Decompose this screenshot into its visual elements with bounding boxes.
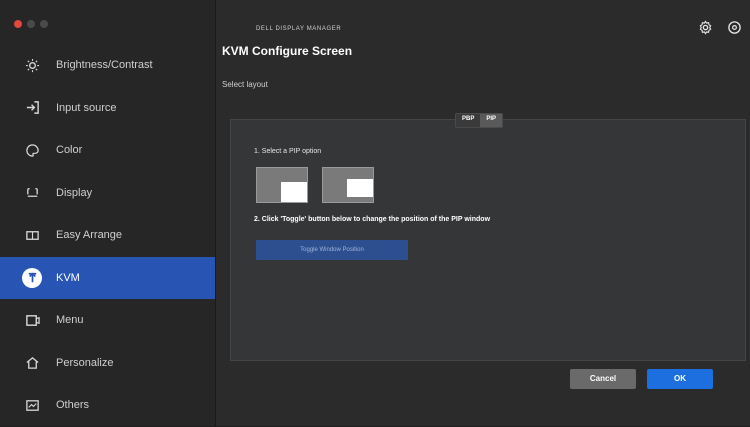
kvm-icon bbox=[22, 267, 42, 288]
page-title: KVM Configure Screen bbox=[222, 44, 353, 58]
sidebar-item-personalize[interactable]: Personalize bbox=[0, 342, 215, 385]
sidebar-item-label: Menu bbox=[56, 314, 84, 327]
top-toolbar bbox=[698, 20, 742, 40]
sidebar-item-menu[interactable]: Menu bbox=[0, 299, 215, 342]
sidebar: Brightness/Contrast Input source Color D… bbox=[0, 0, 216, 426]
pip-window-preview bbox=[281, 182, 307, 202]
monitor-icon bbox=[24, 185, 40, 201]
zoom-window-button[interactable] bbox=[40, 20, 48, 28]
minimize-window-button[interactable] bbox=[27, 20, 35, 28]
toggle-window-position-button[interactable]: Toggle Window Position bbox=[256, 240, 408, 260]
step2-instruction: 2. Click 'Toggle' button below to change… bbox=[254, 216, 491, 223]
layout-grid-icon bbox=[24, 227, 40, 243]
sidebar-item-label: Input source bbox=[56, 101, 117, 114]
pip-window-preview bbox=[347, 179, 373, 197]
sidebar-item-display[interactable]: Display bbox=[0, 172, 215, 215]
layout-mode-switch: PBP PIP bbox=[455, 113, 504, 128]
sidebar-item-kvm[interactable]: KVM bbox=[0, 256, 215, 299]
sidebar-item-easy-arrange[interactable]: Easy Arrange bbox=[0, 214, 215, 257]
sidebar-item-color[interactable]: Color bbox=[0, 129, 215, 172]
app-name-label: DELL DISPLAY MANAGER bbox=[256, 26, 342, 32]
sidebar-item-others[interactable]: Others bbox=[0, 384, 215, 427]
input-arrow-icon bbox=[24, 100, 40, 116]
ok-button[interactable]: OK bbox=[647, 369, 713, 389]
app-window: Brightness/Contrast Input source Color D… bbox=[0, 0, 750, 426]
sidebar-item-label: Color bbox=[56, 144, 83, 157]
tab-pip[interactable]: PIP bbox=[480, 114, 503, 127]
page-subtitle: Select layout bbox=[222, 80, 268, 89]
sidebar-item-label: KVM bbox=[56, 271, 80, 284]
main-content: DELL DISPLAY MANAGER KVM Configure Scree… bbox=[216, 0, 750, 426]
others-icon bbox=[24, 397, 40, 413]
sidebar-item-label: Easy Arrange bbox=[56, 229, 123, 242]
sidebar-item-input-source[interactable]: Input source bbox=[0, 87, 215, 130]
tab-pbp[interactable]: PBP bbox=[456, 114, 480, 127]
cancel-button[interactable]: Cancel bbox=[570, 369, 636, 389]
color-palette-icon bbox=[24, 142, 40, 158]
home-star-icon bbox=[24, 355, 40, 371]
sun-icon bbox=[24, 57, 40, 73]
power-settings-icon[interactable] bbox=[727, 20, 742, 40]
step1-instruction: 1. Select a PIP option bbox=[254, 148, 322, 155]
sidebar-item-brightness-contrast[interactable]: Brightness/Contrast bbox=[0, 44, 215, 87]
sidebar-item-label: Others bbox=[56, 399, 90, 412]
pip-option-bottom-right[interactable] bbox=[256, 167, 308, 203]
settings-gear-icon[interactable] bbox=[698, 20, 713, 40]
sidebar-item-label: Display bbox=[56, 186, 93, 199]
sidebar-item-label: Brightness/Contrast bbox=[56, 59, 153, 72]
sidebar-item-label: Personalize bbox=[56, 356, 114, 369]
menu-icon bbox=[24, 312, 40, 328]
pip-option-top-right[interactable] bbox=[322, 167, 374, 203]
close-window-button[interactable] bbox=[14, 20, 22, 28]
window-controls bbox=[14, 20, 48, 28]
sidebar-nav: Brightness/Contrast Input source Color D… bbox=[0, 44, 215, 427]
